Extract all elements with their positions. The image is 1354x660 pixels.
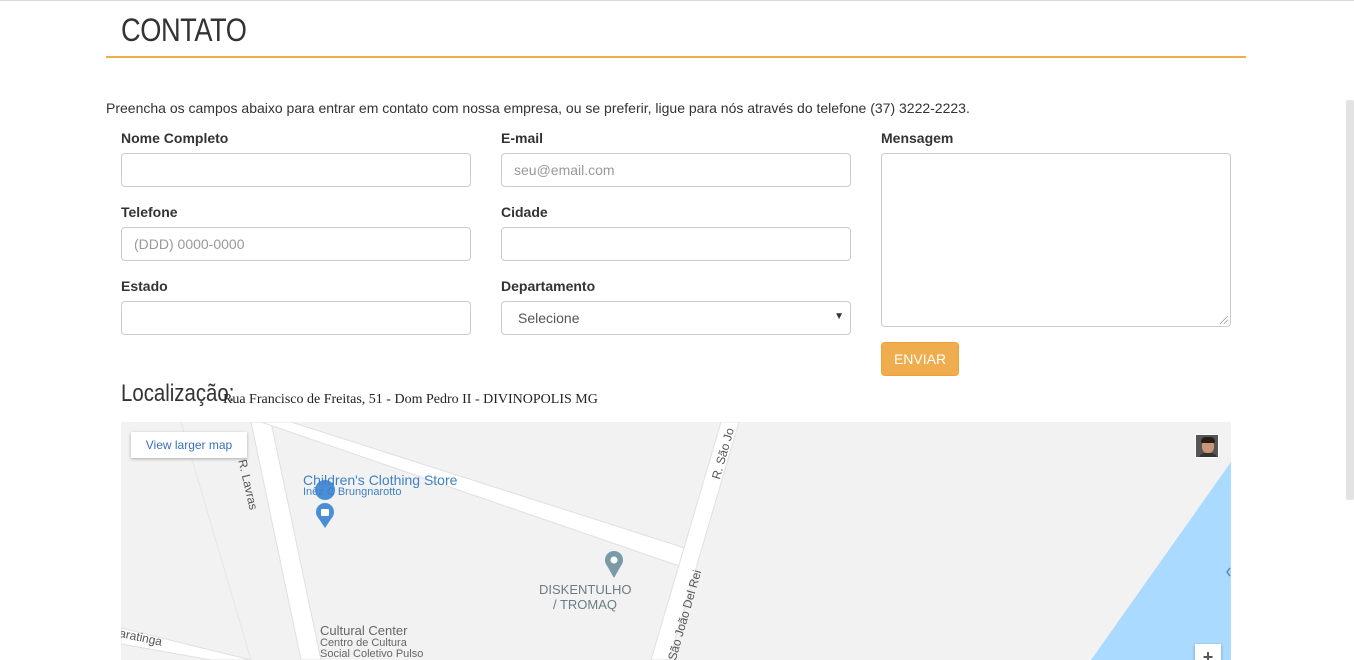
zoom-in-button[interactable]: +: [1195, 644, 1221, 660]
embedded-map[interactable]: R. Lavras R. São Jo São João Del Rei ara…: [121, 422, 1231, 660]
email-label: E-mail: [501, 130, 544, 146]
departamento-select[interactable]: Selecione ▼: [501, 301, 851, 335]
water-area: [1091, 462, 1231, 660]
departamento-label: Departamento: [501, 278, 596, 294]
cidade-label: Cidade: [501, 204, 548, 220]
resize-grip-icon[interactable]: [1220, 316, 1228, 324]
nome-input[interactable]: [121, 153, 471, 187]
road-lavras: [250, 422, 322, 660]
send-button[interactable]: ENVIAR: [881, 342, 959, 376]
poi-clothing-sub: Inêz C Brungnarotto: [303, 486, 402, 498]
top-border: [0, 0, 1354, 1]
poi-disk-line1[interactable]: DISKENTULHO: [539, 582, 631, 597]
email-input[interactable]: [501, 153, 851, 187]
telefone-input[interactable]: [121, 227, 471, 261]
location-pin-icon[interactable]: [605, 551, 623, 578]
location-address: Rua Francisco de Freitas, 51 - Dom Pedro…: [223, 392, 598, 407]
cidade-input[interactable]: [501, 227, 851, 261]
title-divider: [106, 56, 1246, 58]
mensagem-textarea[interactable]: [881, 153, 1231, 327]
avatar[interactable]: [1195, 434, 1219, 458]
estado-input[interactable]: [121, 301, 471, 335]
poi-disk-line2: / TROMAQ: [552, 597, 618, 612]
mensagem-label: Mensagem: [881, 130, 954, 146]
departamento-selected-value: Selecione: [518, 310, 580, 326]
nome-label: Nome Completo: [121, 130, 229, 146]
page-scrollbar[interactable]: [1346, 100, 1354, 500]
poi-cultural-name[interactable]: Cultural Center: [320, 623, 407, 638]
chevron-down-icon: ▼: [834, 311, 844, 322]
estado-label: Estado: [121, 278, 168, 294]
telefone-label: Telefone: [121, 204, 178, 220]
view-larger-map-link[interactable]: View larger map: [131, 432, 247, 458]
poi-cultural-sub2: Social Coletivo Pulso: [320, 648, 424, 660]
intro-text: Preencha os campos abaixo para entrar em…: [106, 100, 970, 116]
location-label: Localização:: [121, 380, 235, 407]
page-title: CONTATO: [121, 12, 247, 48]
